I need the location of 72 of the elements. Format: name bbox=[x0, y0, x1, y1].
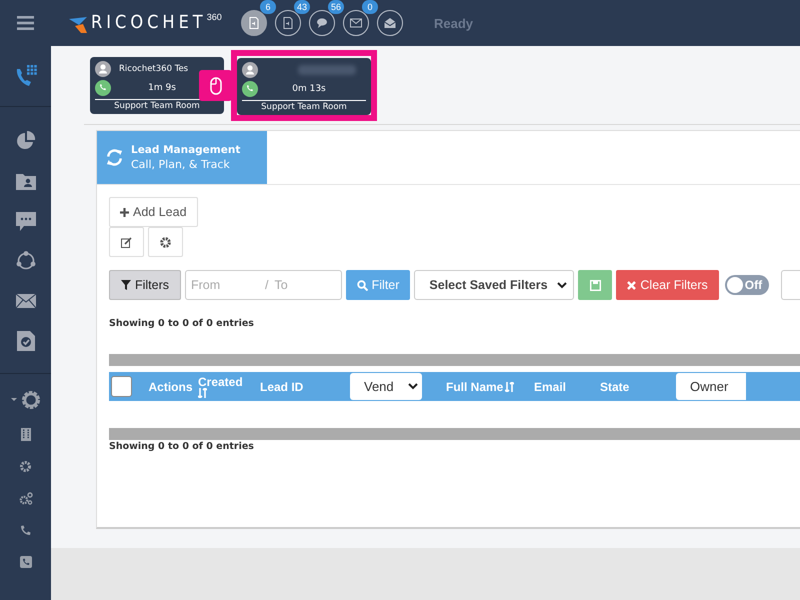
header-icon-button[interactable] bbox=[377, 10, 403, 36]
search-icon bbox=[356, 280, 368, 290]
chevron-down-icon bbox=[408, 383, 418, 390]
avatar-icon bbox=[242, 62, 258, 78]
logo-text: RICOCHET bbox=[91, 12, 207, 32]
entries-summary: Showing 0 to 0 of 0 entries bbox=[109, 318, 255, 329]
sort-icon[interactable] bbox=[198, 388, 207, 398]
funnel-icon bbox=[120, 280, 131, 290]
call-card[interactable]: 0m 13s Support Team Room bbox=[237, 58, 371, 114]
refresh-icon bbox=[105, 148, 124, 167]
entries-summary: Showing 0 to 0 of 0 entries bbox=[109, 441, 255, 452]
phone-icon bbox=[95, 80, 111, 96]
clear-filters-button[interactable]: Clear Filters bbox=[616, 270, 719, 300]
add-lead-button[interactable]: Add Lead bbox=[109, 197, 198, 227]
network-icon bbox=[16, 251, 36, 271]
envelope-icon bbox=[16, 294, 36, 308]
task-check-icon bbox=[16, 331, 34, 351]
call-duration: 0m 13s bbox=[291, 84, 327, 94]
call-duration: 1m 9s bbox=[147, 83, 177, 93]
owner-field[interactable]: Owner bbox=[676, 373, 746, 400]
redacted-name bbox=[298, 65, 356, 75]
status-text: Ready bbox=[434, 16, 474, 30]
edit-icon bbox=[121, 236, 132, 248]
settings-icon bbox=[160, 236, 171, 248]
chevron-down-icon bbox=[557, 282, 568, 288]
building-icon bbox=[20, 428, 30, 440]
filters-button[interactable]: Filters bbox=[109, 270, 181, 300]
document-icon bbox=[248, 17, 260, 29]
pie-chart-icon bbox=[16, 131, 36, 151]
saved-filters-select[interactable]: Select Saved Filters bbox=[414, 270, 574, 300]
open-envelope-icon bbox=[384, 17, 396, 29]
settings-icon bbox=[20, 460, 31, 472]
phone-square-icon bbox=[20, 556, 32, 568]
date-separator: / bbox=[265, 278, 268, 292]
logo-icon bbox=[69, 14, 89, 34]
column-header: State bbox=[600, 380, 630, 394]
plus-icon bbox=[120, 208, 129, 216]
gears-icon bbox=[18, 492, 32, 504]
caller-name: Ricochet360 Tes bbox=[119, 64, 188, 74]
column-header: Lead ID bbox=[260, 380, 304, 394]
vendor-select[interactable]: Vend bbox=[350, 373, 422, 400]
room-name: Support Team Room bbox=[242, 100, 366, 112]
field-edge bbox=[780, 270, 800, 300]
scroll-bar[interactable] bbox=[109, 354, 800, 366]
edit-button[interactable] bbox=[109, 227, 144, 257]
tab-title: Lead Management bbox=[131, 144, 240, 156]
avatar-icon bbox=[95, 61, 111, 77]
tab-subtitle: Call, Plan, & Track bbox=[131, 158, 231, 171]
header-icon-button[interactable] bbox=[241, 10, 267, 36]
count-badge: 6 bbox=[260, 0, 276, 14]
count-badge: 56 bbox=[328, 0, 344, 14]
close-icon bbox=[627, 280, 636, 290]
document-icon bbox=[282, 17, 294, 29]
settings-button[interactable] bbox=[148, 227, 183, 257]
chat-icon bbox=[16, 212, 36, 230]
column-header: Email bbox=[534, 380, 566, 394]
count-badge: 0 bbox=[362, 0, 378, 14]
contact-folder-icon bbox=[16, 172, 36, 190]
envelope-icon bbox=[350, 17, 362, 29]
menu-icon[interactable] bbox=[17, 16, 34, 30]
settings-icon bbox=[10, 389, 42, 411]
select-all-checkbox[interactable] bbox=[111, 376, 132, 397]
call-card[interactable]: Ricochet360 Tes 1m 9s Support Team Room bbox=[90, 56, 224, 114]
chat-icon bbox=[316, 17, 328, 29]
sort-icon[interactable] bbox=[505, 382, 514, 392]
column-header: Actions bbox=[148, 380, 192, 394]
count-badge: 43 bbox=[294, 0, 310, 14]
phone-icon bbox=[20, 524, 31, 536]
logo-superscript: 360 bbox=[206, 12, 222, 22]
scroll-bar[interactable] bbox=[109, 428, 800, 440]
mouse-icon bbox=[210, 76, 222, 94]
phone-icon bbox=[242, 81, 258, 97]
